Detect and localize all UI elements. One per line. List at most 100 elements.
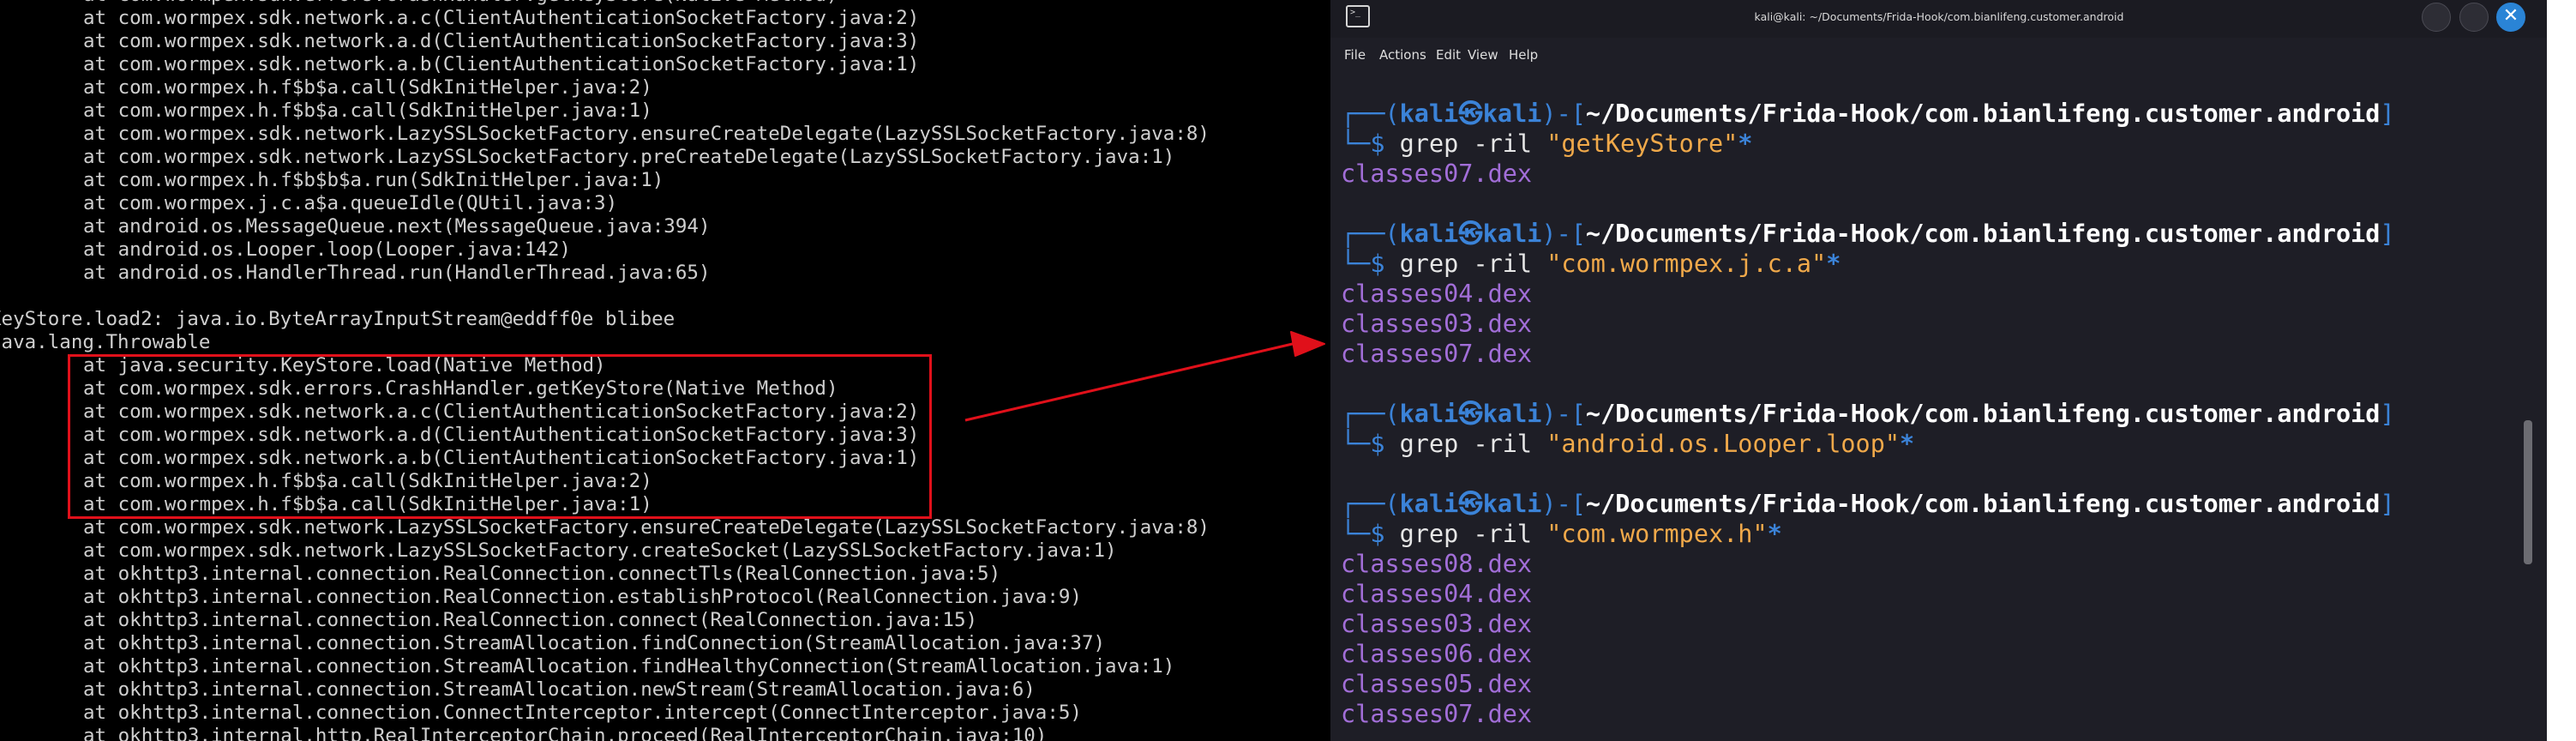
command-line: └─$ grep -ril "getKeyStore"* bbox=[1341, 129, 2524, 159]
output-file: classes07.dex bbox=[1341, 340, 1533, 368]
prompt-frame: ┌──( bbox=[1341, 400, 1400, 428]
stack-trace-line: at okhttp3.internal.http.RealInterceptor… bbox=[83, 725, 1048, 741]
command-pattern: "com.wormpex.h" bbox=[1546, 520, 1768, 548]
prompt-line: ┌──(kali㉿kali)-[~/Documents/Frida-Hook/c… bbox=[1341, 489, 2524, 519]
command-pattern: "com.wormpex.j.c.a" bbox=[1546, 250, 1827, 278]
stack-trace-line: KeyStore.load2: java.io.ByteArrayInputSt… bbox=[0, 308, 676, 330]
command-args: -ril bbox=[1458, 130, 1547, 158]
prompt-user: kali㉿kali bbox=[1399, 99, 1542, 128]
close-button[interactable]: ✕ bbox=[2496, 3, 2525, 32]
prompt-frame: )-[ bbox=[1541, 490, 1586, 518]
menu-file[interactable]: File bbox=[1344, 38, 1366, 72]
output-file: classes07.dex bbox=[1341, 700, 1533, 728]
stack-trace-line: at com.wormpex.sdk.network.LazySSLSocket… bbox=[83, 539, 1117, 562]
menu-help[interactable]: Help bbox=[1509, 38, 1538, 72]
prompt-line: ┌──(kali㉿kali)-[~/Documents/Frida-Hook/c… bbox=[1341, 219, 2524, 249]
output-file: classes07.dex bbox=[1341, 160, 1533, 188]
prompt-frame: )-[ bbox=[1541, 220, 1586, 248]
stack-trace-line: at com.wormpex.sdk.network.LazySSLSocket… bbox=[83, 146, 1175, 168]
prompt-path: ~/Documents/Frida-Hook/com.bianlifeng.cu… bbox=[1585, 220, 2381, 248]
command-line: └─$ grep -ril "android.os.Looper.loop"* bbox=[1341, 429, 2524, 459]
command-args: -ril bbox=[1458, 520, 1547, 548]
stack-trace-line: at okhttp3.internal.connection.RealConne… bbox=[83, 609, 978, 631]
command-name: grep bbox=[1399, 250, 1459, 278]
command-glob: * bbox=[1738, 130, 1753, 158]
stack-trace-line: at com.wormpex.h.f$b$a.call(SdkInitHelpe… bbox=[83, 76, 652, 99]
stack-trace-line: at android.os.HandlerThread.run(HandlerT… bbox=[83, 262, 711, 284]
prompt-user: kali㉿kali bbox=[1399, 220, 1542, 248]
highlight-box bbox=[68, 354, 932, 519]
stack-trace-line: at okhttp3.internal.connection.StreamAll… bbox=[83, 655, 1175, 678]
close-icon: ✕ bbox=[2502, 5, 2519, 27]
output-file: classes06.dex bbox=[1341, 640, 1533, 668]
prompt-user: kali㉿kali bbox=[1399, 490, 1542, 518]
output-file: classes03.dex bbox=[1341, 310, 1533, 338]
command-glob: * bbox=[1900, 430, 1915, 458]
command-name: grep bbox=[1399, 130, 1459, 158]
output-file: classes03.dex bbox=[1341, 610, 1533, 638]
command-pattern: "android.os.Looper.loop" bbox=[1546, 430, 1900, 458]
stack-trace-line: at okhttp3.internal.connection.StreamAll… bbox=[83, 632, 1106, 654]
stack-trace-line bbox=[0, 285, 1210, 308]
maximize-button[interactable] bbox=[2459, 3, 2489, 32]
title-bar[interactable]: >_ kali@kali: ~/Documents/Frida-Hook/com… bbox=[1330, 0, 2547, 38]
command-glob: * bbox=[1826, 250, 1841, 278]
prompt-frame: ] bbox=[2380, 400, 2395, 428]
command-name: grep bbox=[1399, 430, 1459, 458]
scrollbar[interactable] bbox=[2524, 420, 2532, 564]
menu-edit[interactable]: Edit bbox=[1436, 38, 1461, 72]
prompt-path: ~/Documents/Frida-Hook/com.bianlifeng.cu… bbox=[1585, 400, 2381, 428]
stack-trace-line: at okhttp3.internal.connection.StreamAll… bbox=[83, 678, 1036, 701]
stack-trace-line: at com.wormpex.sdk.network.a.d(ClientAut… bbox=[83, 30, 920, 52]
prompt-frame: └─$ bbox=[1341, 520, 1400, 548]
command-name: grep bbox=[1399, 520, 1459, 548]
stack-trace-line: at android.os.MessageQueue.next(MessageQ… bbox=[83, 215, 711, 238]
prompt-frame: └─$ bbox=[1341, 130, 1400, 158]
stack-trace-line: at com.wormpex.j.c.a$a.queueIdle(QUtil.j… bbox=[83, 192, 618, 214]
menu-bar: File Actions Edit View Help bbox=[1330, 38, 2547, 72]
terminal-icon[interactable]: >_ bbox=[1346, 5, 1370, 27]
menu-actions[interactable]: Actions bbox=[1379, 38, 1426, 72]
terminal-window[interactable]: >_ kali@kali: ~/Documents/Frida-Hook/com… bbox=[1330, 0, 2547, 741]
command-pattern: "getKeyStore" bbox=[1546, 130, 1738, 158]
prompt-frame: ┌──( bbox=[1341, 490, 1400, 518]
stack-trace-line: at com.wormpex.h.f$b$a.call(SdkInitHelpe… bbox=[83, 99, 652, 122]
prompt-line: ┌──(kali㉿kali)-[~/Documents/Frida-Hook/c… bbox=[1341, 99, 2524, 129]
output-file: classes05.dex bbox=[1341, 670, 1533, 698]
command-args: -ril bbox=[1458, 430, 1547, 458]
stack-trace-pane[interactable]: at com.wormpex.sdk.errors.CrashHandler.g… bbox=[0, 0, 1330, 741]
menu-view[interactable]: View bbox=[1468, 38, 1498, 72]
command-args: -ril bbox=[1458, 250, 1547, 278]
output-file: classes08.dex bbox=[1341, 550, 1533, 578]
prompt-frame: └─$ bbox=[1341, 250, 1400, 278]
prompt-frame: ┌──( bbox=[1341, 99, 1400, 128]
minimize-button[interactable] bbox=[2422, 3, 2451, 32]
prompt-frame: ] bbox=[2380, 490, 2395, 518]
command-line: └─$ grep -ril "com.wormpex.h"* bbox=[1341, 519, 2524, 549]
prompt-path: ~/Documents/Frida-Hook/com.bianlifeng.cu… bbox=[1585, 99, 2381, 128]
stack-trace-line: at okhttp3.internal.connection.ConnectIn… bbox=[83, 702, 1082, 724]
stack-trace-line: at com.wormpex.h.f$b$b$a.run(SdkInitHelp… bbox=[83, 169, 664, 191]
terminal-output[interactable]: ┌──(kali㉿kali)-[~/Documents/Frida-Hook/c… bbox=[1341, 99, 2524, 729]
desktop-edge bbox=[2547, 0, 2576, 741]
prompt-line: ┌──(kali㉿kali)-[~/Documents/Frida-Hook/c… bbox=[1341, 399, 2524, 429]
command-glob: * bbox=[1767, 520, 1782, 548]
prompt-frame: └─$ bbox=[1341, 430, 1400, 458]
stack-trace-line: at com.wormpex.sdk.errors.CrashHandler.g… bbox=[0, 0, 1210, 7]
window-title: kali@kali: ~/Documents/Frida-Hook/com.bi… bbox=[1754, 10, 2124, 23]
prompt-frame: ] bbox=[2380, 99, 2395, 128]
stack-trace-line: at android.os.Looper.loop(Looper.java:14… bbox=[83, 238, 571, 261]
prompt-frame: ┌──( bbox=[1341, 220, 1400, 248]
prompt-frame: )-[ bbox=[1541, 400, 1586, 428]
stack-trace-line: at com.wormpex.sdk.network.LazySSLSocket… bbox=[83, 123, 1210, 145]
stack-trace-line: at com.wormpex.sdk.network.a.b(ClientAut… bbox=[83, 53, 920, 75]
stack-trace-line: at com.wormpex.sdk.network.LazySSLSocket… bbox=[83, 516, 1210, 539]
stack-trace-line: at okhttp3.internal.connection.RealConne… bbox=[83, 563, 1001, 585]
output-file: classes04.dex bbox=[1341, 580, 1533, 608]
prompt-frame: ] bbox=[2380, 220, 2395, 248]
output-file: classes04.dex bbox=[1341, 280, 1533, 308]
stack-trace-line: at com.wormpex.sdk.network.a.c(ClientAut… bbox=[83, 7, 920, 29]
